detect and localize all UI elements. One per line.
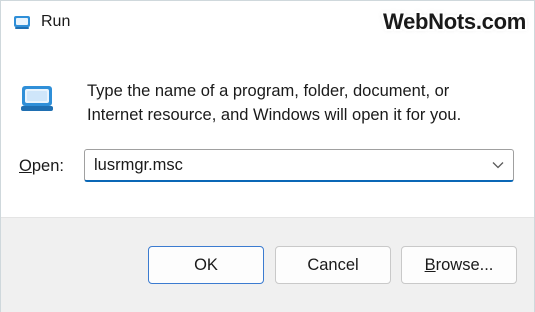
run-app-icon bbox=[14, 16, 30, 29]
browse-label-rest: rowse... bbox=[435, 256, 494, 274]
run-dialog: Run WebNots.com Type the name of a progr… bbox=[0, 0, 535, 312]
chevron-down-icon[interactable] bbox=[492, 161, 504, 169]
button-bar: OK Cancel Browse... bbox=[1, 217, 534, 312]
description-line-2: Internet resource, and Windows will open… bbox=[87, 106, 462, 124]
open-combobox[interactable]: lusrmgr.msc bbox=[84, 149, 514, 182]
description-line-1: Type the name of a program, folder, docu… bbox=[87, 82, 450, 100]
dialog-description: Type the name of a program, folder, docu… bbox=[87, 79, 517, 127]
browse-accesskey: B bbox=[424, 256, 436, 274]
window-title: Run bbox=[41, 13, 71, 30]
open-input[interactable]: lusrmgr.msc bbox=[94, 156, 183, 175]
watermark-logo: WebNots.com bbox=[383, 9, 526, 34]
run-icon bbox=[21, 86, 53, 111]
open-label-rest: pen: bbox=[31, 157, 64, 175]
browse-button[interactable]: Browse... bbox=[401, 246, 517, 284]
dialog-content: Type the name of a program, folder, docu… bbox=[1, 45, 534, 217]
cancel-button[interactable]: Cancel bbox=[275, 246, 391, 284]
open-label-accesskey: O bbox=[19, 157, 32, 175]
title-bar[interactable]: Run WebNots.com bbox=[1, 1, 534, 45]
ok-button[interactable]: OK bbox=[148, 246, 264, 284]
open-label: Open: bbox=[19, 157, 64, 176]
